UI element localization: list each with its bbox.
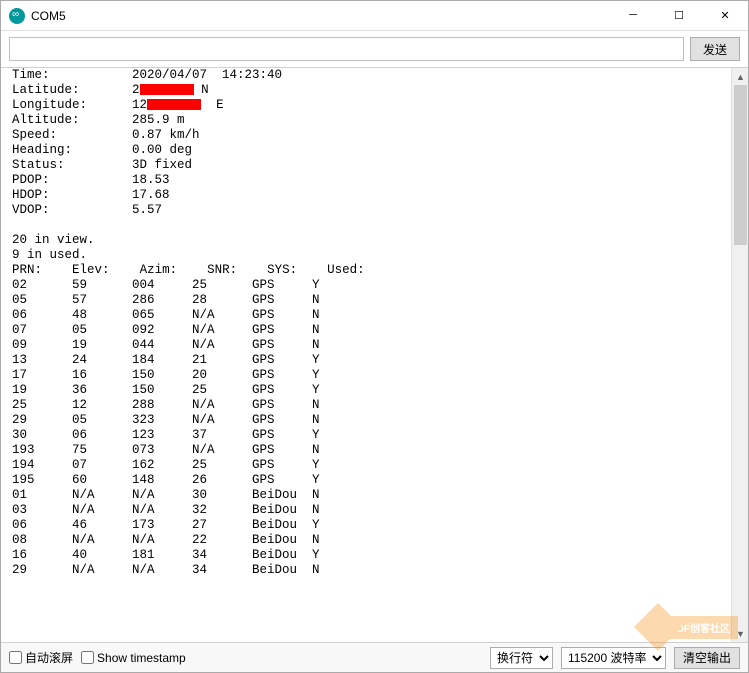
label-hdop: HDOP: <box>12 188 50 202</box>
label-alt: Altitude: <box>12 113 80 127</box>
titlebar: COM5 ─ ☐ ✕ <box>1 1 748 31</box>
label-heading: Heading: <box>12 143 72 157</box>
output-area: Time: 2020/04/07 14:23:40Latitude: 2 NLo… <box>1 68 748 642</box>
redacted-lon <box>147 99 201 110</box>
send-button[interactable]: 发送 <box>690 37 740 61</box>
val-alt: 285.9 m <box>132 113 185 127</box>
scroll-up-button[interactable]: ▲ <box>732 68 748 85</box>
baud-rate-select[interactable]: 115200 波特率 <box>561 647 666 669</box>
line-ending-select[interactable]: 换行符 <box>490 647 553 669</box>
label-status: Status: <box>12 158 65 172</box>
app-icon <box>9 8 25 24</box>
val-heading: 0.00 deg <box>132 143 192 157</box>
label-vdop: VDOP: <box>12 203 50 217</box>
val-vdop: 5.57 <box>132 203 162 217</box>
window-title: COM5 <box>31 9 66 23</box>
val-speed: 0.87 km/h <box>132 128 200 142</box>
input-row: 发送 <box>1 31 748 68</box>
val-hdop: 17.68 <box>132 188 170 202</box>
label-lon: Longitude: <box>12 98 87 112</box>
clear-output-button[interactable]: 清空输出 <box>674 647 740 669</box>
serial-monitor-window: COM5 ─ ☐ ✕ 发送 Time: 2020/04/07 14:23:40 L… <box>0 0 749 673</box>
close-button[interactable]: ✕ <box>702 0 748 30</box>
timestamp-checkbox[interactable]: Show timestamp <box>81 651 186 665</box>
vertical-scrollbar[interactable]: ▲ ▼ <box>731 68 748 642</box>
label-pdop: PDOP: <box>12 173 50 187</box>
window-controls: ─ ☐ ✕ <box>610 0 748 30</box>
redacted-lat <box>140 84 194 95</box>
used-line: 9 in used. <box>12 248 730 263</box>
val-pdop: 18.53 <box>132 173 170 187</box>
serial-output[interactable]: Time: 2020/04/07 14:23:40Latitude: 2 NLo… <box>12 68 730 642</box>
minimize-button[interactable]: ─ <box>610 0 656 30</box>
label-lat: Latitude: <box>12 83 80 97</box>
view-line: 20 in view. <box>12 233 730 248</box>
command-input[interactable] <box>9 37 684 61</box>
label-time: Time: <box>12 68 50 82</box>
scroll-down-button[interactable]: ▼ <box>732 625 748 642</box>
label-speed: Speed: <box>12 128 57 142</box>
scroll-thumb[interactable] <box>734 85 747 245</box>
sat-header: PRN: Elev: Azim: SNR: SYS: Used: <box>12 263 730 278</box>
maximize-button[interactable]: ☐ <box>656 0 702 30</box>
val-time: 2020/04/07 14:23:40 <box>132 68 282 82</box>
bottom-toolbar: 自动滚屏 Show timestamp 换行符 115200 波特率 清空输出 <box>1 642 748 672</box>
autoscroll-checkbox[interactable]: 自动滚屏 <box>9 649 73 666</box>
val-status: 3D fixed <box>132 158 192 172</box>
